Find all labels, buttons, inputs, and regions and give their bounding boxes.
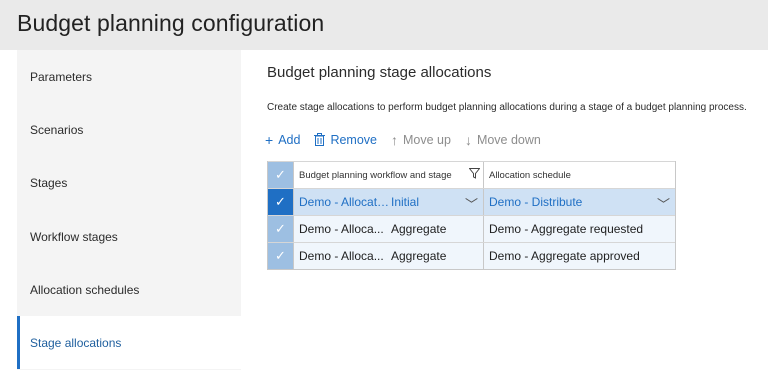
schedule-cell[interactable]: Demo - Aggregate approved <box>484 243 675 269</box>
workflow-value: Demo - Alloca... <box>299 249 384 263</box>
workflow-stage-cell[interactable]: Demo - Allocation Initial ﹀ <box>294 189 484 215</box>
move-down-label: Move down <box>476 133 541 147</box>
sidebar-item-label: Workflow stages <box>30 229 118 244</box>
sidebar-item-scenarios[interactable]: Scenarios <box>17 103 241 156</box>
sidebar-item-label: Parameters <box>30 69 93 84</box>
title-bar: Budget planning configuration <box>0 0 768 50</box>
sidebar-item-stage-allocations[interactable]: Stage allocations <box>17 316 241 369</box>
sidebar-item-label: Scenarios <box>30 122 84 137</box>
column-header-schedule[interactable]: Allocation schedule <box>484 162 675 188</box>
filter-icon[interactable] <box>469 168 480 179</box>
workflow-stage-cell[interactable]: Demo - Alloca... Aggregate <box>294 216 484 242</box>
sidebar: Parameters Scenarios Stages Workflow sta… <box>17 50 241 370</box>
arrow-down-icon: ↓ <box>464 132 472 148</box>
move-up-label: Move up <box>402 133 451 147</box>
stage-value: Aggregate <box>391 222 447 236</box>
workflow-stage-cell[interactable]: Demo - Alloca... Aggregate <box>294 243 484 269</box>
schedule-cell[interactable]: Demo - Distribute ﹀ <box>484 189 675 215</box>
column-header-label: Allocation schedule <box>489 169 571 181</box>
sidebar-item-stages[interactable]: Stages <box>17 156 241 209</box>
sidebar-item-label: Allocation schedules <box>30 282 140 297</box>
table-row[interactable]: ✓ Demo - Alloca... Aggregate Demo - Aggr… <box>268 215 675 242</box>
schedule-value[interactable]: Demo - Distribute <box>489 195 582 209</box>
move-up-button[interactable]: ↑ Move up <box>391 133 451 147</box>
table-row[interactable]: ✓ Demo - Allocation Initial ﹀ Demo - Dis… <box>268 188 675 215</box>
remove-button[interactable]: Remove <box>314 132 377 148</box>
main-content: Budget planning stage allocations Create… <box>241 50 768 370</box>
schedule-cell[interactable]: Demo - Aggregate requested <box>484 216 675 242</box>
workflow-value[interactable]: Demo - Allocation <box>299 195 391 209</box>
column-header-workflow[interactable]: Budget planning workflow and stage <box>294 162 484 188</box>
add-label: Add <box>278 133 301 147</box>
sidebar-item-parameters[interactable]: Parameters <box>17 50 241 103</box>
column-header-label: Budget planning workflow and stage <box>299 169 452 181</box>
stage-allocations-grid: ✓ Budget planning workflow and stage All… <box>267 161 676 270</box>
row-checkbox[interactable]: ✓ <box>268 189 294 215</box>
trash-icon <box>314 132 326 148</box>
stage-value[interactable]: Initial <box>391 195 471 209</box>
sidebar-item-workflow-stages[interactable]: Workflow stages <box>17 210 241 263</box>
row-checkbox[interactable]: ✓ <box>268 216 294 242</box>
select-all-checkbox[interactable]: ✓ <box>268 162 294 188</box>
chevron-down-icon[interactable]: ﹀ <box>657 194 670 213</box>
schedule-value: Demo - Aggregate approved <box>489 249 640 263</box>
sidebar-item-label: Stage allocations <box>30 335 122 350</box>
move-down-button[interactable]: ↓ Move down <box>465 133 541 147</box>
section-description: Create stage allocations to perform budg… <box>267 102 747 113</box>
remove-label: Remove <box>330 133 377 147</box>
action-toolbar: + Add Remove ↑ Move up ↓ Move down <box>265 130 555 150</box>
row-checkbox[interactable]: ✓ <box>268 243 294 269</box>
chevron-down-icon[interactable]: ﹀ <box>465 194 478 213</box>
section-title: Budget planning stage allocations <box>267 64 492 81</box>
plus-icon: + <box>265 132 274 148</box>
schedule-value: Demo - Aggregate requested <box>489 222 644 236</box>
stage-value: Aggregate <box>391 249 447 263</box>
page-title: Budget planning configuration <box>17 10 325 36</box>
sidebar-item-allocation-schedules[interactable]: Allocation schedules <box>17 263 241 316</box>
sidebar-item-label: Stages <box>30 175 68 190</box>
grid-header-row: ✓ Budget planning workflow and stage All… <box>268 161 675 188</box>
table-row[interactable]: ✓ Demo - Alloca... Aggregate Demo - Aggr… <box>268 242 675 269</box>
arrow-up-icon: ↑ <box>390 132 398 148</box>
workflow-value: Demo - Alloca... <box>299 222 384 236</box>
add-button[interactable]: + Add <box>265 133 300 147</box>
